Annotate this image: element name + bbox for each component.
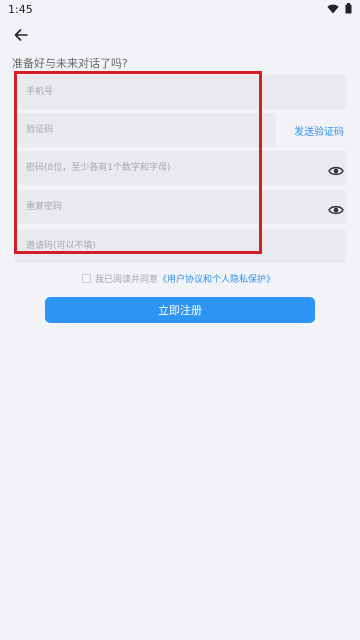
agreement-text: 我已阅读并同意 <box>95 275 159 285</box>
code-field[interactable] <box>14 113 276 147</box>
eye-icon <box>328 205 344 215</box>
code-input[interactable] <box>26 113 268 147</box>
send-code-button[interactable]: 发送验证码 <box>294 123 344 138</box>
back-button[interactable] <box>10 26 32 44</box>
phone-field[interactable] <box>14 75 346 109</box>
eye-icon <box>328 166 344 176</box>
invite-code-input[interactable] <box>26 229 338 263</box>
battery-icon <box>345 3 352 14</box>
repeat-password-input[interactable] <box>26 190 338 224</box>
repeat-password-field[interactable] <box>14 190 346 224</box>
status-time: 1:45 <box>8 3 33 16</box>
agreement-checkbox[interactable] <box>82 274 91 283</box>
arrow-left-icon <box>14 29 28 41</box>
password-input[interactable] <box>26 151 338 185</box>
wifi-icon <box>327 4 339 14</box>
phone-input[interactable] <box>26 75 338 109</box>
repeat-password-visibility-toggle[interactable] <box>328 201 344 215</box>
password-field[interactable] <box>14 151 346 185</box>
agreement-row: 我已阅读并同意 《用户协议和个人隐私保护》 <box>82 272 275 285</box>
invite-code-field[interactable] <box>14 229 346 263</box>
status-icons <box>327 3 352 14</box>
password-visibility-toggle[interactable] <box>328 162 344 176</box>
register-button[interactable]: 立即注册 <box>45 297 315 323</box>
agreement-link[interactable]: 《用户协议和个人隐私保护》 <box>158 272 275 285</box>
status-bar: 1:45 <box>0 0 360 24</box>
page-title: 准备好与未来对话了吗? <box>12 57 128 70</box>
